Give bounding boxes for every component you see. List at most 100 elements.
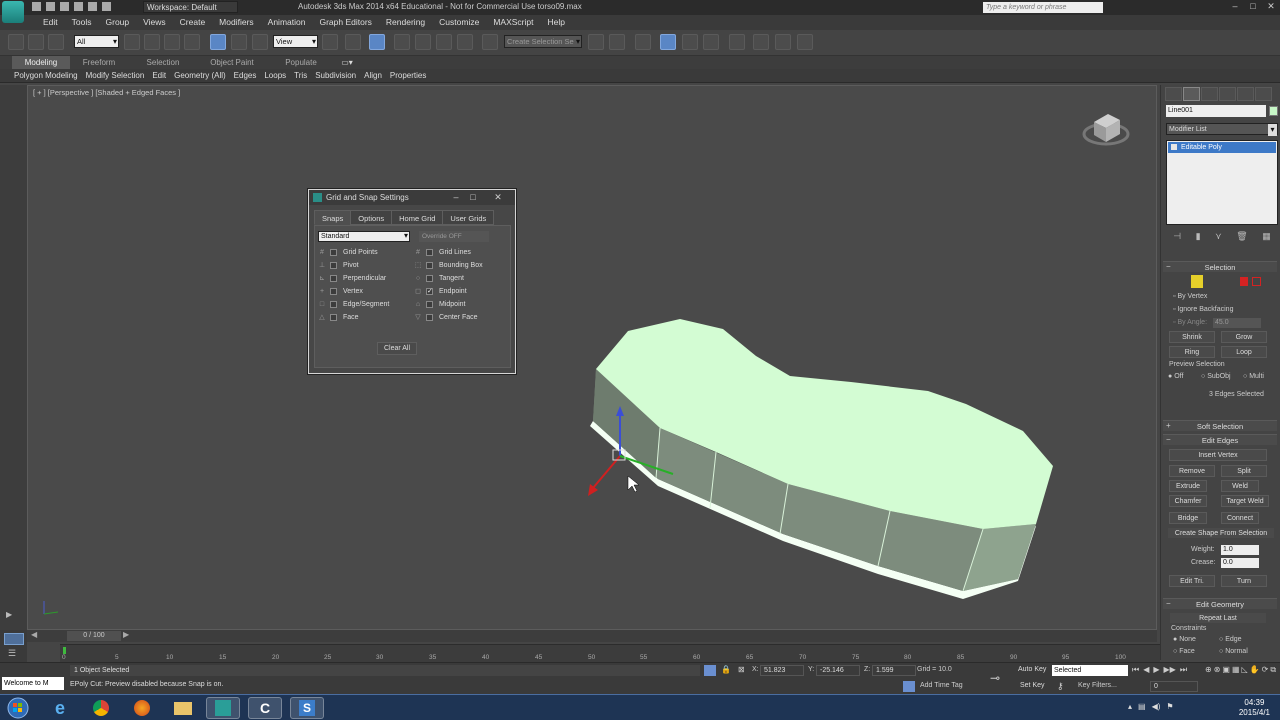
named-selection-set-dropdown[interactable]: Create Selection Se <box>504 35 582 48</box>
taskbar-ie[interactable]: e <box>43 697 77 719</box>
constraint-edge-radio[interactable]: ○ Edge <box>1219 636 1242 643</box>
orbit-icon[interactable]: ⟳ <box>1262 665 1269 675</box>
edge-level-icon[interactable] <box>1191 275 1204 288</box>
z-coordinate-field[interactable]: 1.599 <box>872 665 916 676</box>
maxscript-listener-input[interactable]: Welcome to M <box>2 677 64 690</box>
open-file-icon[interactable] <box>46 2 55 11</box>
by-angle-checkbox[interactable]: ▫ By Angle: <box>1173 319 1207 326</box>
track-bar[interactable]: 0 5 10 15 20 25 30 35 40 45 50 55 60 65 … <box>60 644 1160 662</box>
shrink-button[interactable]: Shrink <box>1169 331 1215 343</box>
curve-editor-icon[interactable] <box>682 34 698 50</box>
display-tab-icon[interactable] <box>1237 87 1254 101</box>
undo-icon[interactable] <box>74 2 83 11</box>
key-selection-dropdown[interactable]: Selected <box>1052 665 1128 676</box>
track-menu-icon[interactable]: ☰ <box>8 648 16 659</box>
close-icon[interactable]: ✕ <box>1266 1 1276 12</box>
panel-edges[interactable]: Edges <box>230 69 261 82</box>
show-end-result-icon[interactable]: ▮ <box>1196 231 1201 242</box>
edit-named-selection-icon[interactable] <box>482 34 498 50</box>
split-button[interactable]: Split <box>1221 465 1267 477</box>
workspace-dropdown[interactable]: Workspace: Default <box>143 1 238 13</box>
menu-rendering[interactable]: Rendering <box>379 15 432 30</box>
render-production-icon[interactable] <box>797 34 813 50</box>
connect-button[interactable]: Connect <box>1221 512 1259 524</box>
maximize-viewport-icon[interactable]: ⧉ <box>1270 665 1276 675</box>
menu-graph-editors[interactable]: Graph Editors <box>312 15 378 30</box>
menu-maxscript[interactable]: MAXScript <box>486 15 540 30</box>
panel-polygon-modeling[interactable]: Polygon Modeling <box>10 69 82 82</box>
constraint-none-radio[interactable]: ● None <box>1173 636 1196 643</box>
current-frame-field[interactable]: 0 <box>1150 681 1198 692</box>
panel-loops[interactable]: Loops <box>260 69 290 82</box>
make-unique-icon[interactable]: ⋎ <box>1215 231 1222 242</box>
taskbar-3dsmax[interactable] <box>206 697 240 719</box>
prev-frame-icon[interactable]: ◀ <box>31 630 37 639</box>
modify-tab-icon[interactable] <box>1183 87 1200 101</box>
menu-create[interactable]: Create <box>173 15 213 30</box>
taskbar-app-c[interactable]: C <box>248 697 282 719</box>
utilities-tab-icon[interactable] <box>1255 87 1272 101</box>
vertex-level-icon[interactable] <box>1224 275 1236 288</box>
select-object-icon[interactable] <box>124 34 140 50</box>
angle-snap-icon[interactable] <box>415 34 431 50</box>
stack-item-editable-poly[interactable]: Editable Poly <box>1168 142 1276 153</box>
expand-plus-icon[interactable]: + <box>1166 421 1171 430</box>
tab-user-grids[interactable]: User Grids <box>442 210 495 225</box>
snap-checkbox[interactable] <box>330 300 337 308</box>
mesh-object[interactable] <box>28 86 1158 631</box>
next-frame-icon[interactable]: ▶ <box>123 630 129 639</box>
preview-off-radio[interactable]: ● Off <box>1168 373 1183 380</box>
soft-selection-rollout-header[interactable]: Soft Selection <box>1163 420 1277 431</box>
align-icon[interactable] <box>609 34 625 50</box>
ribbon-options-icon[interactable]: ▭▾ <box>338 56 356 69</box>
app-logo-icon[interactable] <box>2 1 24 23</box>
zoom-extents-all-icon[interactable]: ▦ <box>1232 665 1240 675</box>
tab-populate[interactable]: Populate <box>272 56 330 69</box>
rendered-frame-window-icon[interactable] <box>775 34 791 50</box>
go-to-start-icon[interactable]: ⏮ <box>1132 665 1139 675</box>
set-key-mode-icon[interactable]: ⊸ <box>990 671 1000 685</box>
menu-edit[interactable]: Edit <box>36 15 65 30</box>
pin-stack-icon[interactable]: ⊣ <box>1173 231 1181 242</box>
snap-center-face[interactable]: ▽ Center Face <box>414 311 478 323</box>
collapse-minus-icon[interactable]: − <box>1166 435 1171 444</box>
object-color-swatch[interactable] <box>1269 106 1278 116</box>
menu-modifiers[interactable]: Modifiers <box>212 15 260 30</box>
panel-align[interactable]: Align <box>360 69 386 82</box>
material-editor-icon[interactable] <box>729 34 745 50</box>
taskbar-app-s[interactable]: S <box>290 697 324 719</box>
select-scale-icon[interactable] <box>252 34 268 50</box>
snap-checkbox[interactable] <box>426 313 433 321</box>
border-level-icon[interactable] <box>1207 275 1219 288</box>
project-folder-icon[interactable] <box>102 2 111 11</box>
snap-checkbox[interactable] <box>426 261 433 269</box>
redo-icon[interactable] <box>88 2 97 11</box>
next-key-icon[interactable]: ▶▶ <box>1164 665 1176 675</box>
save-file-icon[interactable] <box>60 2 69 11</box>
percent-snap-icon[interactable] <box>436 34 452 50</box>
panel-subdivision[interactable]: Subdivision <box>311 69 360 82</box>
render-setup-icon[interactable] <box>753 34 769 50</box>
snap-checkbox[interactable] <box>426 248 433 256</box>
maximize-icon[interactable]: □ <box>1248 1 1258 12</box>
graphite-toggle-icon[interactable] <box>660 34 676 50</box>
snap-bounding-box[interactable]: ⬚ Bounding Box <box>414 259 483 271</box>
lock-selection-icon[interactable]: 🔒 <box>721 665 731 674</box>
constraint-normal-radio[interactable]: ○ Normal <box>1219 648 1248 655</box>
snap-checkbox[interactable] <box>330 313 337 321</box>
menu-animation[interactable]: Animation <box>261 15 313 30</box>
time-slider[interactable]: 0 / 100 ◀ ▶ <box>27 630 1157 642</box>
taskbar-chrome[interactable] <box>84 697 118 719</box>
element-level-icon[interactable] <box>1252 277 1262 286</box>
spinner-snap-icon[interactable] <box>457 34 473 50</box>
snap-checkbox[interactable] <box>426 300 433 308</box>
menu-help[interactable]: Help <box>540 15 571 30</box>
by-vertex-checkbox[interactable]: ▫ By Vertex <box>1173 293 1207 300</box>
select-rotate-icon[interactable] <box>231 34 247 50</box>
set-key-button[interactable]: Set Key <box>1020 682 1045 689</box>
volume-icon[interactable]: ◀) <box>1152 702 1161 711</box>
key-icon[interactable]: ⚷ <box>1057 681 1064 692</box>
snap-checkbox[interactable] <box>330 274 337 282</box>
loop-button[interactable]: Loop <box>1221 346 1267 358</box>
zoom-icon[interactable]: ⊕ <box>1205 665 1212 675</box>
